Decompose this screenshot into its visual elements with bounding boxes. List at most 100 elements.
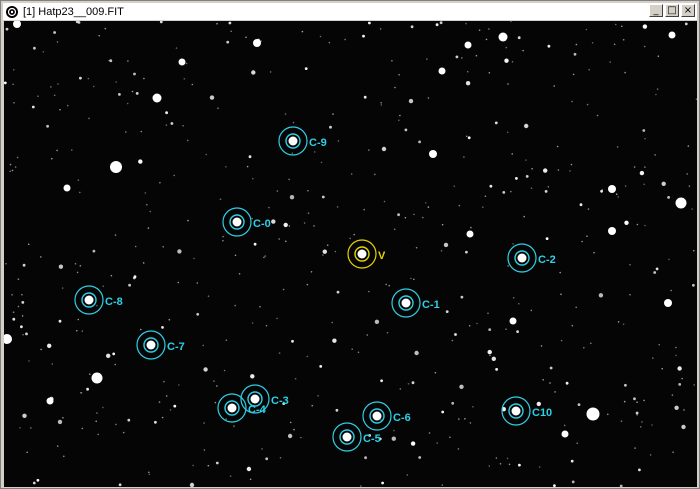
- star: [11, 169, 14, 172]
- minimize-icon: _: [653, 4, 659, 16]
- minimize-button[interactable]: _: [649, 4, 663, 17]
- star: [425, 202, 427, 204]
- star: [511, 61, 514, 63]
- title-bar[interactable]: [1] Hatp23__009.FIT _ □ ×: [3, 3, 697, 20]
- star: [191, 83, 194, 86]
- star: [629, 293, 631, 296]
- star: [399, 114, 401, 117]
- star: [234, 254, 237, 257]
- star: [278, 352, 281, 354]
- star: [303, 222, 306, 224]
- star: [439, 21, 443, 25]
- star: [261, 448, 263, 450]
- star: [108, 59, 110, 62]
- star: [165, 395, 168, 397]
- star: [203, 422, 205, 424]
- star: [217, 107, 219, 109]
- star: [547, 186, 550, 188]
- star: [59, 108, 61, 111]
- star: [671, 394, 674, 396]
- star: [162, 246, 164, 248]
- star: [614, 23, 617, 26]
- star: [601, 188, 604, 191]
- star: [234, 304, 236, 307]
- star: [569, 170, 571, 172]
- star: [543, 168, 548, 173]
- star: [386, 331, 389, 334]
- star: [147, 227, 150, 229]
- star-field-image[interactable]: C-0 C-1 C-2 C-3 C-4 C-5 C-6 C-7 C-8 C-9 C10 V: [4, 21, 697, 487]
- star: [516, 330, 519, 333]
- star: [252, 177, 254, 180]
- star: [617, 321, 620, 323]
- star: [472, 406, 474, 408]
- star: [263, 256, 265, 259]
- star: [127, 418, 131, 422]
- star: [154, 420, 157, 424]
- star: [249, 478, 252, 481]
- star: [639, 426, 642, 428]
- star: [410, 25, 414, 29]
- star: [276, 317, 278, 320]
- app-icon[interactable]: [5, 5, 19, 19]
- star: [575, 43, 578, 46]
- star: [40, 348, 42, 351]
- star: [638, 468, 641, 472]
- star: [53, 94, 56, 97]
- star: [16, 156, 19, 159]
- aperture-label: C-5: [363, 433, 381, 445]
- target-star: [511, 406, 521, 416]
- star: [476, 322, 478, 325]
- star: [58, 264, 64, 269]
- star: [364, 456, 367, 460]
- star: [675, 354, 677, 357]
- star: [571, 480, 575, 484]
- star: [79, 265, 82, 267]
- star: [253, 242, 257, 246]
- star: [301, 30, 304, 33]
- star: [36, 478, 40, 482]
- star: [488, 465, 491, 467]
- star: [189, 482, 195, 487]
- star: [436, 442, 439, 444]
- star: [319, 35, 322, 38]
- star: [40, 256, 42, 258]
- maximize-button[interactable]: □: [665, 4, 679, 17]
- star: [279, 457, 282, 459]
- star: [530, 309, 533, 312]
- star-field-canvas[interactable]: C-0 C-1 C-2 C-3 C-4 C-5 C-6 C-7 C-8 C-9 C10 V: [4, 21, 697, 487]
- star: [674, 405, 679, 410]
- bright-star: [91, 372, 103, 384]
- star: [573, 52, 577, 56]
- star: [465, 250, 468, 254]
- bright-star: [438, 67, 446, 75]
- star: [9, 170, 11, 173]
- star: [362, 34, 365, 38]
- star: [525, 175, 529, 178]
- star: [332, 338, 337, 343]
- target-star: [342, 432, 352, 442]
- star: [56, 41, 59, 43]
- star: [219, 198, 222, 200]
- close-button[interactable]: ×: [681, 4, 695, 17]
- star: [571, 100, 573, 103]
- star: [183, 78, 186, 80]
- star: [353, 233, 356, 236]
- star: [233, 425, 235, 427]
- star: [135, 92, 139, 95]
- star: [51, 363, 54, 365]
- star: [313, 225, 315, 227]
- star: [12, 311, 15, 314]
- star: [494, 121, 498, 125]
- bright-star: [668, 31, 676, 39]
- star: [349, 237, 352, 240]
- star: [681, 377, 683, 380]
- star: [554, 391, 556, 393]
- star: [81, 427, 84, 430]
- star: [86, 387, 89, 391]
- star: [143, 77, 145, 80]
- star: [624, 71, 626, 74]
- star: [475, 54, 478, 57]
- star: [193, 257, 195, 260]
- star: [617, 196, 619, 198]
